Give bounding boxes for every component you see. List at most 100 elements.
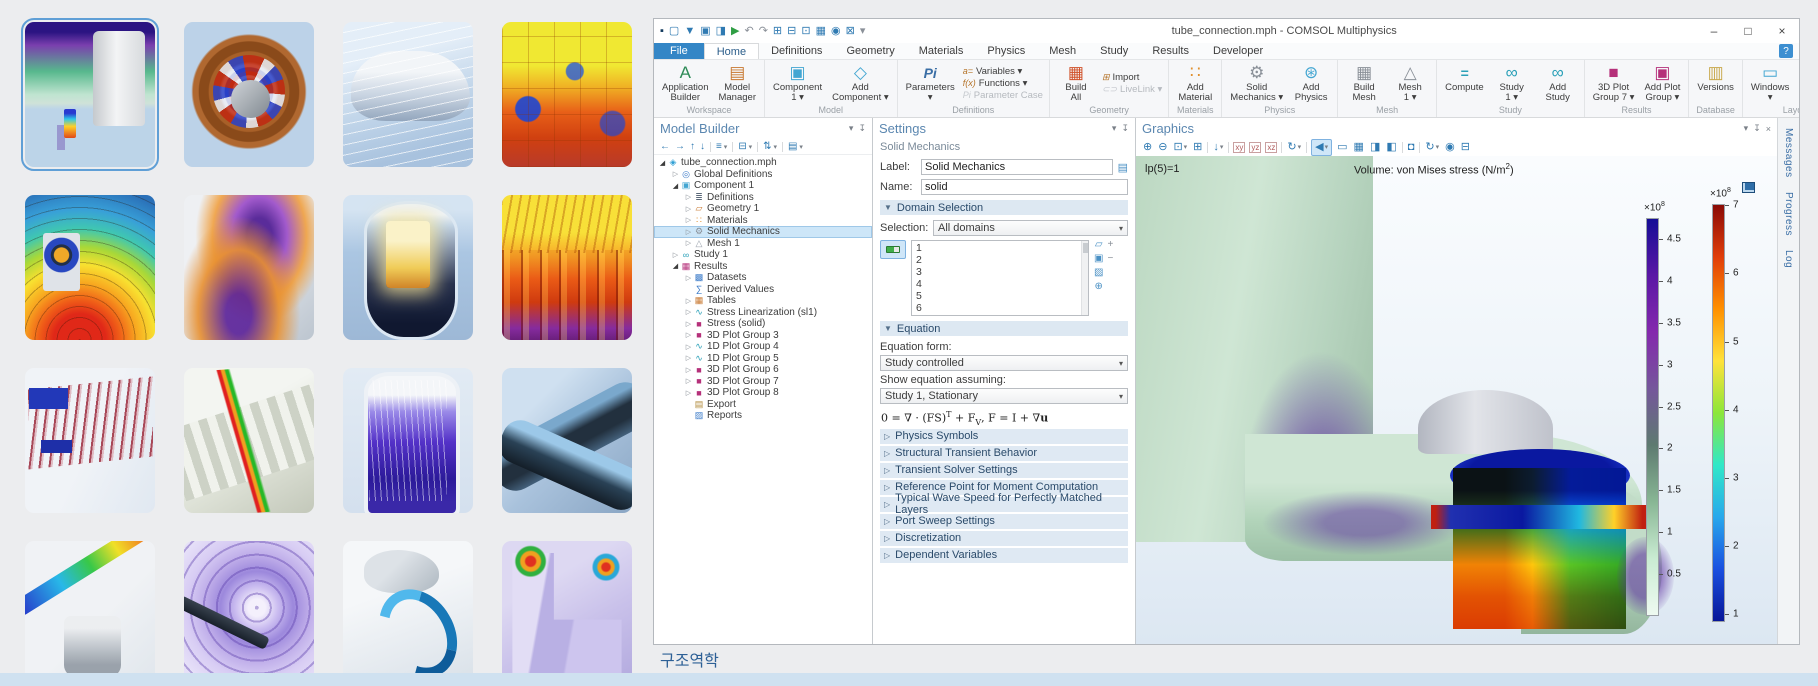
tree-expand-icon[interactable]: ◢: [671, 262, 680, 270]
tree-item-3d-plot-group-3[interactable]: ▷■3D Plot Group 3: [654, 330, 872, 342]
tab-results[interactable]: Results: [1140, 43, 1201, 59]
side-tab-messages[interactable]: Messages: [1783, 128, 1794, 178]
image-snapshot-button[interactable]: ◉: [1444, 140, 1456, 155]
minimize-button[interactable]: –: [1697, 20, 1731, 42]
tree-item-derived-values[interactable]: ∑Derived Values: [654, 284, 872, 296]
tree-expand-icon[interactable]: ▷: [684, 389, 693, 397]
tree-item-export[interactable]: ▤Export: [654, 399, 872, 411]
tree-item-tube-connection-mph[interactable]: ◢◈tube_connection.mph: [654, 157, 872, 169]
tree-item-study-1[interactable]: ▷∞Study 1: [654, 249, 872, 261]
tab-mesh[interactable]: Mesh: [1037, 43, 1088, 59]
view-xy-button[interactable]: xy: [1233, 142, 1245, 153]
duplicate-icon[interactable]: ⊡: [801, 26, 810, 37]
zoom-in-button[interactable]: ⊕: [1142, 140, 1153, 155]
tree-item-definitions[interactable]: ▷≣Definitions: [654, 192, 872, 204]
selection-combo[interactable]: All domains ▾: [933, 220, 1128, 236]
section-typical-wave-speed-for-perfectly-matched-layers[interactable]: ▷Typical Wave Speed for Perfectly Matche…: [880, 497, 1128, 512]
domain-list-scrollbar[interactable]: [1081, 241, 1088, 315]
close-button[interactable]: ×: [1765, 20, 1799, 42]
thumb-loudspeaker-radiation[interactable]: [25, 195, 155, 340]
domain-list[interactable]: 123456: [911, 240, 1089, 316]
domain-list-item[interactable]: 2: [912, 254, 1088, 266]
plot-area[interactable]: lp(5)=1 Volume: von Mises stress (N/m2) …: [1136, 156, 1777, 644]
versions-button[interactable]: ▥Versions: [1693, 62, 1737, 104]
pin-icon[interactable]: ↧: [858, 123, 866, 134]
copy-selection-icon[interactable]: ▱: [1095, 240, 1103, 250]
tab-physics[interactable]: Physics: [975, 43, 1037, 59]
parameters-button[interactable]: PiParameters▾: [902, 62, 959, 104]
maximize-button[interactable]: □: [1731, 20, 1765, 42]
move-down-button[interactable]: ↓: [700, 141, 705, 152]
domain-list-item[interactable]: 3: [912, 266, 1088, 278]
section-domain-selection[interactable]: ▼ Domain Selection: [880, 200, 1128, 215]
tab-developer[interactable]: Developer: [1201, 43, 1275, 59]
tree-expand-icon[interactable]: ▷: [684, 228, 693, 236]
active-selection-toggle[interactable]: [880, 240, 906, 259]
plot-group-button[interactable]: ■3D PlotGroup 7 ▾: [1589, 62, 1639, 104]
reset-desktop-button[interactable]: ↻ResetDesktop ▾: [1795, 62, 1799, 104]
record-icon[interactable]: ◉: [831, 26, 841, 37]
print-button[interactable]: ⊟: [1460, 140, 1471, 155]
side-tab-progress[interactable]: Progress: [1783, 192, 1794, 236]
transparency-button[interactable]: ◧: [1385, 140, 1397, 155]
tree-item-3d-plot-group-6[interactable]: ▷■3D Plot Group 6: [654, 364, 872, 376]
application-icon[interactable]: ▪: [660, 26, 664, 37]
ribbon-item-variables-[interactable]: a=Variables ▾: [963, 66, 1043, 77]
create-selection-icon[interactable]: ▨: [1094, 268, 1103, 278]
add-material-button[interactable]: ∷AddMaterial: [1173, 62, 1217, 104]
plot-window-icon[interactable]: [1742, 182, 1755, 193]
build-mesh-button[interactable]: ▦BuildMesh: [1342, 62, 1386, 104]
thumb-bracket-stress[interactable]: [502, 541, 632, 686]
tree-view-button[interactable]: ▤ ▾: [788, 141, 803, 152]
scene-light-button[interactable]: ◀▾: [1311, 139, 1332, 156]
show-properties-icon[interactable]: ▤: [1118, 161, 1128, 174]
tree-expand-icon[interactable]: ▷: [684, 308, 693, 316]
tree-expand-icon[interactable]: ◢: [658, 159, 667, 167]
windows-button[interactable]: ▭Windows▾: [1747, 62, 1794, 104]
zoom-out-button[interactable]: ⊖: [1157, 140, 1168, 155]
thumb-rotor-blade-stress[interactable]: [25, 541, 155, 686]
section-discretization[interactable]: ▷Discretization: [880, 531, 1128, 546]
tree-expand-icon[interactable]: ▷: [684, 354, 693, 362]
thumb-battery-module-cubes[interactable]: [502, 22, 632, 167]
panel-menu-icon[interactable]: ▾: [849, 123, 854, 134]
tab-definitions[interactable]: Definitions: [759, 43, 834, 59]
redo-icon[interactable]: ↷: [759, 26, 768, 37]
study-button[interactable]: ∞Study1 ▾: [1490, 62, 1534, 104]
model-manager-button[interactable]: ▤ModelManager: [714, 62, 760, 104]
add-component-button[interactable]: ◇AddComponent ▾: [828, 62, 893, 104]
panel-menu-icon[interactable]: ▾: [1744, 123, 1749, 134]
build-all-button[interactable]: ▦BuildAll: [1054, 62, 1098, 104]
zoom-box-button[interactable]: ⊡▾: [1172, 140, 1188, 155]
tab-geometry[interactable]: Geometry: [834, 43, 906, 59]
label-field[interactable]: [921, 159, 1113, 175]
undo-icon[interactable]: ↶: [744, 26, 753, 37]
thumb-pipe-junction-flow[interactable]: [502, 368, 632, 513]
tree-expand-icon[interactable]: ▷: [684, 193, 693, 201]
thumb-car-aerodynamics[interactable]: [343, 22, 473, 167]
tree-expand-icon[interactable]: ▷: [684, 320, 693, 328]
paste-selection-icon[interactable]: ▣: [1094, 254, 1103, 264]
tab-study[interactable]: Study: [1088, 43, 1140, 59]
tree-expand-icon[interactable]: ▷: [684, 331, 693, 339]
domain-list-item[interactable]: 4: [912, 278, 1088, 290]
ribbon-item-functions-[interactable]: f(x)Functions ▾: [963, 78, 1043, 89]
tree-item-1d-plot-group-4[interactable]: ▷∿1D Plot Group 4: [654, 341, 872, 353]
tab-materials[interactable]: Materials: [907, 43, 976, 59]
tree-expand-icon[interactable]: ▷: [684, 239, 693, 247]
select-icon[interactable]: ⊠: [846, 26, 855, 37]
section-equation[interactable]: ▼ Equation: [880, 321, 1128, 336]
tree-item-materials[interactable]: ▷∷Materials: [654, 215, 872, 227]
tree-expand-icon[interactable]: ▷: [671, 251, 680, 259]
zoom-to-selection-icon[interactable]: ⊕: [1095, 282, 1103, 292]
save-icon[interactable]: ▣: [700, 26, 710, 37]
add-to-selection-icon[interactable]: +: [1107, 240, 1113, 250]
section-structural-transient-behavior[interactable]: ▷Structural Transient Behavior: [880, 446, 1128, 461]
tree-item-1d-plot-group-5[interactable]: ▷∿1D Plot Group 5: [654, 353, 872, 365]
section-physics-symbols[interactable]: ▷Physics Symbols: [880, 429, 1128, 444]
tree-item-tables[interactable]: ▷▦Tables: [654, 295, 872, 307]
run-icon[interactable]: ▶: [731, 26, 739, 37]
update-button[interactable]: ↻▾: [1424, 140, 1440, 155]
go-to-default-view-button[interactable]: ↓▾: [1212, 140, 1224, 155]
compute-button[interactable]: =Compute: [1441, 62, 1488, 104]
